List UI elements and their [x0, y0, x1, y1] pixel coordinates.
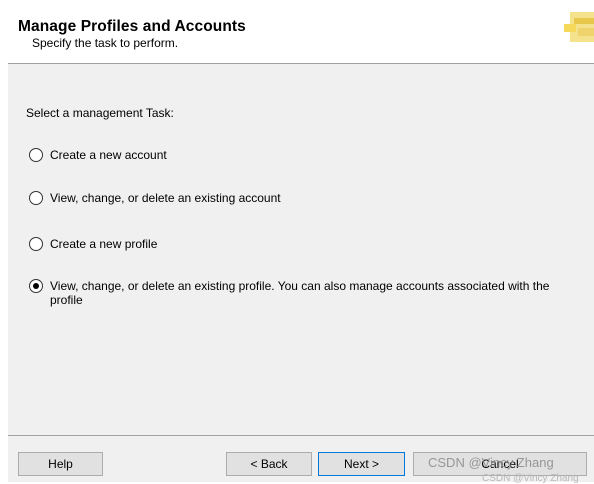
- back-button[interactable]: < Back: [226, 452, 312, 476]
- task-panel: Select a management Task: Create a new a…: [8, 64, 594, 435]
- wizard-header: Manage Profiles and Accounts Specify the…: [8, 8, 594, 63]
- radio-create-account[interactable]: [29, 148, 43, 162]
- option-create-profile[interactable]: Create a new profile: [29, 237, 565, 251]
- option-label: Create a new profile: [50, 237, 158, 251]
- radio-manage-account[interactable]: [29, 191, 43, 205]
- option-manage-profile[interactable]: View, change, or delete an existing prof…: [29, 279, 565, 307]
- radio-manage-profile[interactable]: [29, 279, 43, 293]
- next-button[interactable]: Next >: [318, 452, 405, 476]
- option-label: View, change, or delete an existing acco…: [50, 191, 281, 205]
- radio-create-profile[interactable]: [29, 237, 43, 251]
- option-create-account[interactable]: Create a new account: [29, 148, 565, 162]
- page-title: Manage Profiles and Accounts: [18, 18, 246, 35]
- page-subtitle: Specify the task to perform.: [32, 36, 179, 50]
- button-bar: Help < Back Next > Cancel: [8, 436, 594, 482]
- wizard-graphic-icon: [564, 12, 594, 42]
- option-label: Create a new account: [50, 148, 167, 162]
- option-manage-account[interactable]: View, change, or delete an existing acco…: [29, 191, 565, 205]
- help-button[interactable]: Help: [18, 452, 103, 476]
- cancel-button[interactable]: Cancel: [413, 452, 587, 476]
- task-prompt: Select a management Task:: [26, 106, 174, 120]
- option-label: View, change, or delete an existing prof…: [50, 279, 550, 307]
